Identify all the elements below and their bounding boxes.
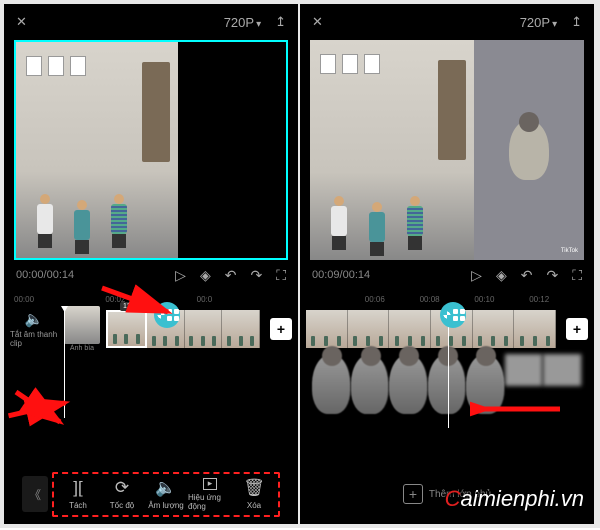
trash-icon: 🗑 <box>243 478 265 498</box>
toolbar: ][Tách ⟳Tốc độ 🔈Âm lượng ▸Hiệu ứng động … <box>52 472 280 517</box>
fullscreen-icon[interactable]: ⛶ <box>572 267 582 284</box>
close-icon[interactable]: ✕ <box>16 14 27 30</box>
keyframe-icon[interactable]: ◈ <box>200 267 211 284</box>
split-button[interactable]: ][Tách <box>56 478 100 511</box>
delete-button[interactable]: 🗑Xóa <box>232 478 276 511</box>
export-icon[interactable]: ↥ <box>571 14 582 30</box>
collapse-icon[interactable]: 《 <box>22 476 48 512</box>
animation-button[interactable]: ▸Hiệu ứng động <box>188 478 232 511</box>
grid-view-icon[interactable] <box>440 302 466 328</box>
resolution-selector[interactable]: 720P▾ <box>224 15 261 30</box>
close-icon[interactable]: ✕ <box>312 14 323 30</box>
speed-button[interactable]: ⟳Tốc độ <box>100 478 144 511</box>
timecode: 00:00/00:14 <box>16 269 74 281</box>
redo-icon[interactable]: ↷ <box>250 267 262 284</box>
speaker-icon: 🔈 <box>25 310 44 328</box>
volume-button[interactable]: 🔈Âm lượng <box>144 478 188 511</box>
chevron-down-icon: ▾ <box>552 19 557 30</box>
grid-view-icon[interactable] <box>154 302 180 328</box>
mute-clip-button[interactable]: 🔈Tắt âm thanh clip <box>10 310 58 348</box>
add-clip-button[interactable]: + <box>270 318 292 340</box>
undo-icon[interactable]: ↶ <box>521 267 533 284</box>
export-icon[interactable]: ↥ <box>275 14 286 30</box>
resolution-selector[interactable]: 720P▾ <box>520 15 557 30</box>
undo-icon[interactable]: ↶ <box>225 267 237 284</box>
fullscreen-icon[interactable]: ⛶ <box>276 267 286 284</box>
redo-icon[interactable]: ↷ <box>546 267 558 284</box>
play-icon[interactable]: ▷ <box>471 267 482 284</box>
volume-icon: 🔈 <box>155 478 176 498</box>
plus-icon: + <box>403 484 423 504</box>
timecode: 00:09/00:14 <box>312 269 370 281</box>
speed-icon: ⟳ <box>115 478 129 498</box>
play-icon[interactable]: ▷ <box>175 267 186 284</box>
overlay-track[interactable] <box>312 354 582 386</box>
video-preview[interactable]: TikTok <box>310 40 584 260</box>
timeline-ruler[interactable]: 00:0000:0200:0 <box>4 290 298 308</box>
watermark: Caimienphi.vn <box>445 486 584 512</box>
keyframe-icon[interactable]: ◈ <box>496 267 507 284</box>
add-clip-button[interactable]: + <box>566 318 588 340</box>
chevron-down-icon: ▾ <box>256 19 261 30</box>
video-track[interactable] <box>306 310 556 348</box>
video-track[interactable] <box>106 310 260 348</box>
clip-duration-badge: 12.2s <box>120 302 143 311</box>
animation-icon: ▸ <box>203 478 217 490</box>
split-icon: ][ <box>73 478 82 498</box>
tiktok-badge: TikTok <box>561 248 578 254</box>
cover-thumb[interactable]: Ảnh bìa <box>64 306 100 352</box>
playhead[interactable] <box>64 308 65 418</box>
video-preview[interactable] <box>14 40 288 260</box>
editor-panel-right: ✕ 720P▾ ↥ <box>300 4 594 524</box>
editor-panel-left: ✕ 720P▾ ↥ <box>4 4 298 524</box>
